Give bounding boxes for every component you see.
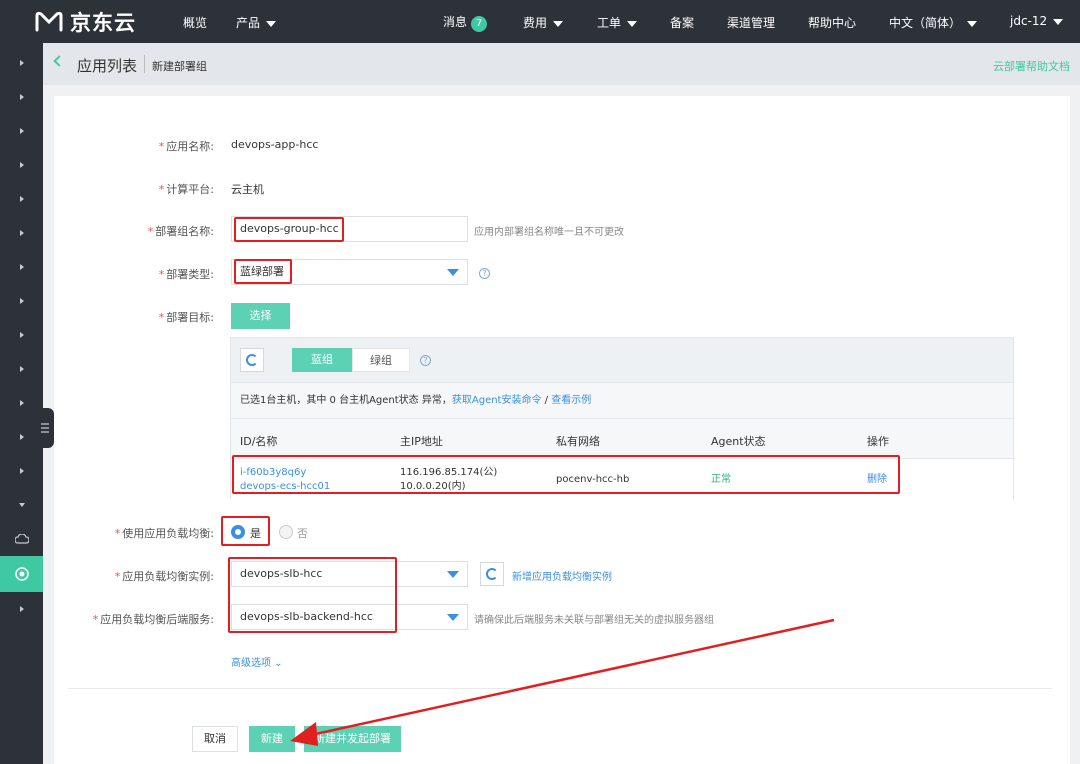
breadcrumb: 应用列表 新建部署组 云部署帮助文档 <box>43 43 1080 85</box>
sidebar-item[interactable] <box>0 79 43 115</box>
nav-beian[interactable]: 备案 <box>670 14 694 31</box>
nav-overview[interactable]: 概览 <box>183 14 207 31</box>
nav-billing-label: 费用 <box>523 16 548 30</box>
chevron-right-icon <box>19 400 24 406</box>
chevron-down-icon <box>967 20 978 27</box>
sidebar-collapse-handle[interactable] <box>38 408 54 448</box>
breadcrumb-app-list[interactable]: 应用列表 <box>77 55 137 76</box>
page-title: 新建部署组 <box>152 60 207 73</box>
nav-user-label: jdc-12 <box>1010 14 1048 28</box>
chevron-right-icon <box>19 298 24 304</box>
nav-language[interactable]: 中文（简体） <box>889 14 978 31</box>
nav-products-label: 产品 <box>236 16 261 30</box>
chevron-right-icon <box>19 468 24 474</box>
chevron-right-icon <box>19 60 24 66</box>
nav-billing[interactable]: 费用 <box>523 14 564 31</box>
chevron-right-icon <box>19 434 24 440</box>
chevron-right-icon <box>19 366 24 372</box>
nav-tickets-label: 工单 <box>597 16 622 30</box>
chevron-down-icon <box>627 20 638 27</box>
menu-icon <box>41 423 49 433</box>
jdcloud-logo[interactable]: 京东云 <box>34 8 136 36</box>
annotation-arrow-icon <box>290 618 835 746</box>
sidebar-item[interactable] <box>0 385 43 421</box>
chevron-right-icon <box>19 128 24 134</box>
nav-tickets[interactable]: 工单 <box>597 14 638 31</box>
logo-text: 京东云 <box>70 11 136 35</box>
logo-icon <box>34 10 64 34</box>
sidebar-item[interactable] <box>0 351 43 387</box>
chevron-down-icon <box>1053 18 1064 25</box>
nav-messages-label: 消息 <box>443 15 468 29</box>
chevron-down-icon <box>18 503 25 507</box>
top-navigation-bar: 京东云 概览 产品 消息 7 费用 工单 备案 渠道管理 帮助中心 中文（简体） … <box>0 0 1080 43</box>
nav-products[interactable]: 产品 <box>236 14 277 31</box>
chevron-down-icon <box>266 20 277 27</box>
create-deploy-group-form: * 应用名称: devops-app-hcc * 计算平台: 云主机 * 部署组名称:… <box>54 96 1070 764</box>
sidebar-item[interactable] <box>0 487 43 523</box>
chevron-right-icon <box>19 332 24 338</box>
nav-help[interactable]: 帮助中心 <box>808 14 856 31</box>
sidebar-item[interactable] <box>0 419 43 455</box>
sidebar-item[interactable] <box>0 45 43 81</box>
message-count-badge: 7 <box>471 16 488 32</box>
nav-language-label: 中文（简体） <box>889 16 962 30</box>
nav-messages[interactable]: 消息 7 <box>443 13 488 32</box>
help-doc-link[interactable]: 云部署帮助文档 <box>993 58 1070 74</box>
breadcrumb-separator <box>144 55 145 73</box>
sidebar-item[interactable] <box>0 453 43 489</box>
chevron-right-icon <box>19 162 24 168</box>
back-arrow-icon[interactable] <box>53 55 65 67</box>
chevron-down-icon <box>553 20 564 27</box>
nav-user[interactable]: jdc-12 <box>1010 14 1064 28</box>
nav-channel[interactable]: 渠道管理 <box>727 14 775 31</box>
chevron-right-icon <box>19 94 24 100</box>
